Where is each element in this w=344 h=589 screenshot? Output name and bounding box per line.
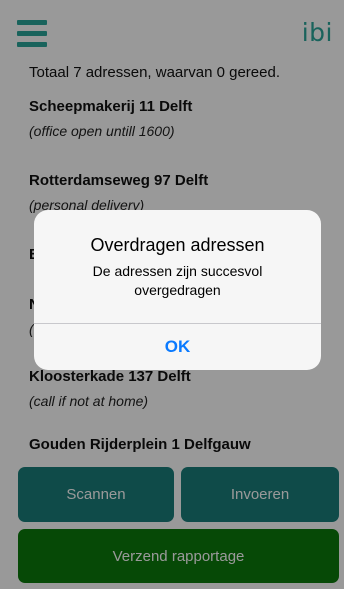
alert-dialog: Overdragen adressen De adressen zijn suc… <box>34 210 321 370</box>
dialog-title: Overdragen adressen <box>90 235 265 255</box>
dialog-message: De adressen zijn succesvol overgedragen <box>92 263 263 298</box>
ok-button[interactable]: OK <box>34 324 321 370</box>
